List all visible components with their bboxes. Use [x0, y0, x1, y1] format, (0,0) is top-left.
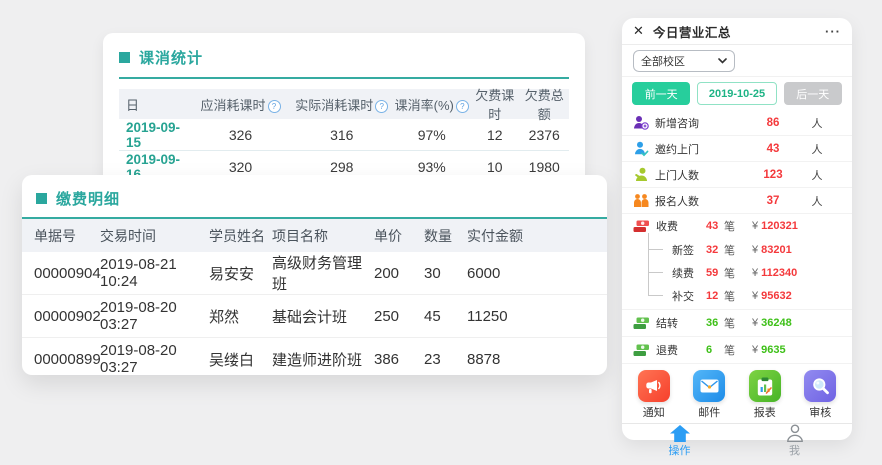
money-red-icon — [633, 219, 656, 233]
course-table-row: 2019-09-15 326 316 97% 12 2376 — [119, 119, 569, 151]
yen-symbol: ¥ — [752, 344, 758, 356]
person-add-icon — [633, 115, 655, 131]
fee-row-carryover: 结转 36 笔 ¥36248 — [622, 310, 852, 337]
person-check-icon — [633, 141, 655, 157]
campus-select[interactable]: 全部校区 — [633, 50, 735, 72]
audit-icon — [804, 370, 836, 402]
bottom-tab-bar: 操作 我 — [622, 423, 852, 458]
yen-symbol: ¥ — [752, 220, 758, 232]
col-paid-amount: 实付金额 — [467, 226, 595, 246]
home-icon — [670, 425, 690, 442]
stat-row-new-consult: 新增咨询 86 人 — [622, 110, 852, 136]
tree-branch-line — [648, 295, 663, 296]
col-consumption-rate: 课消率(%)? — [394, 95, 471, 114]
payment-table-row: 00000904 2019-08-21 10:24 易安安 高级财务管理班 20… — [22, 252, 607, 295]
course-card-title-text: 课消统计 — [139, 47, 203, 68]
app-shortcuts: 通知 邮件 报表 审核 — [622, 364, 852, 423]
stat-row-registrations: 报名人数 37 人 — [622, 188, 852, 214]
next-day-button[interactable]: 后一天 — [784, 82, 842, 105]
col-expected-hours: 应消耗课时? — [191, 95, 290, 114]
fee-row-renewal: 续费 59 笔 ¥112340 — [622, 261, 852, 284]
col-unit-price: 单价 — [374, 226, 424, 246]
fee-row-new-sign: 新签 32 笔 ¥83201 — [622, 238, 852, 261]
prev-day-button[interactable]: 前一天 — [632, 82, 690, 105]
fee-row-income: 收费 43 笔 ¥120321 — [622, 214, 852, 238]
col-owed-hours: 欠费课时 — [470, 85, 520, 123]
person-visit-icon — [633, 167, 655, 183]
course-card-title: 课消统计 — [119, 47, 569, 68]
user-icon — [786, 424, 804, 442]
col-receipt-no: 单据号 — [34, 226, 100, 246]
payment-card-title: 缴费明细 — [22, 188, 607, 209]
col-trade-time: 交易时间 — [100, 226, 209, 246]
app-notice[interactable]: 通知 — [638, 370, 670, 420]
money-green-icon — [633, 316, 656, 330]
money-green-icon — [633, 343, 656, 357]
mail-icon — [693, 370, 725, 402]
payment-table-header: 单据号 交易时间 学员姓名 项目名称 单价 数量 实付金额 — [22, 219, 607, 252]
col-project-name: 项目名称 — [272, 226, 374, 246]
tree-branch-line — [648, 249, 663, 250]
title-square-icon — [36, 193, 47, 204]
chevron-down-icon — [718, 58, 727, 64]
yen-symbol: ¥ — [752, 317, 758, 329]
stat-row-visitors: 上门人数 123 人 — [622, 162, 852, 188]
stat-value: 123 — [753, 169, 793, 181]
tree-branch-line — [648, 272, 663, 273]
col-quantity: 数量 — [424, 226, 467, 246]
help-icon[interactable]: ? — [375, 100, 388, 113]
stat-value: 37 — [753, 195, 793, 207]
date-display[interactable]: 2019-10-25 — [697, 82, 776, 105]
help-icon[interactable]: ? — [456, 100, 469, 113]
app-mail[interactable]: 邮件 — [693, 370, 725, 420]
yen-symbol: ¥ — [752, 290, 758, 302]
panel-header: ✕ 今日营业汇总 ··· — [622, 18, 852, 45]
stat-row-invited-visit: 邀约上门 43 人 — [622, 136, 852, 162]
payment-table-row: 00000902 2019-08-20 03:27 郑然 基础会计班 250 4… — [22, 295, 607, 338]
col-actual-hours: 实际消耗课时? — [290, 95, 394, 114]
payment-card-title-text: 缴费明细 — [56, 188, 120, 209]
course-stats-card: 课消统计 日 应消耗课时? 实际消耗课时? 课消率(%)? 欠费课时 欠费总额 … — [103, 33, 585, 193]
col-date: 日 — [119, 95, 191, 114]
app-report[interactable]: 报表 — [749, 370, 781, 420]
fee-row-refund: 退费 6 笔 ¥9635 — [622, 337, 852, 364]
megaphone-icon — [638, 370, 670, 402]
date-link[interactable]: 2019-09-15 — [119, 120, 191, 150]
tab-me[interactable]: 我 — [737, 424, 852, 458]
campus-select-row: 全部校区 — [622, 45, 852, 77]
fee-row-supplement: 补交 12 笔 ¥95632 — [622, 284, 852, 307]
today-summary-panel: ✕ 今日营业汇总 ··· 全部校区 前一天 2019-10-25 后一天 新增咨… — [622, 18, 852, 440]
col-owed-total: 欠费总额 — [520, 85, 570, 123]
panel-title: 今日营业汇总 — [653, 22, 731, 41]
stat-value: 86 — [753, 117, 793, 129]
date-navigation: 前一天 2019-10-25 后一天 — [622, 77, 852, 110]
app-audit[interactable]: 审核 — [804, 370, 836, 420]
stat-value: 43 — [753, 143, 793, 155]
report-icon — [749, 370, 781, 402]
yen-symbol: ¥ — [752, 244, 758, 256]
yen-symbol: ¥ — [752, 267, 758, 279]
more-icon[interactable]: ··· — [825, 24, 841, 39]
payment-table-row: 00000899 2019-08-20 03:27 吴缕白 建造师进阶班 386… — [22, 338, 607, 380]
people-icon — [633, 193, 655, 209]
help-icon[interactable]: ? — [268, 100, 281, 113]
payment-detail-card: 缴费明细 单据号 交易时间 学员姓名 项目名称 单价 数量 实付金额 00000… — [22, 175, 607, 375]
col-student-name: 学员姓名 — [209, 226, 272, 246]
title-underline — [119, 77, 569, 79]
title-square-icon — [119, 52, 130, 63]
course-table-header: 日 应消耗课时? 实际消耗课时? 课消率(%)? 欠费课时 欠费总额 — [119, 89, 569, 119]
close-icon[interactable]: ✕ — [633, 23, 644, 39]
tab-operations[interactable]: 操作 — [622, 425, 737, 458]
campus-select-value: 全部校区 — [641, 53, 685, 69]
fee-breakdown-tree: 新签 32 笔 ¥83201 续费 59 笔 ¥112340 补交 12 笔 ¥… — [622, 238, 852, 310]
